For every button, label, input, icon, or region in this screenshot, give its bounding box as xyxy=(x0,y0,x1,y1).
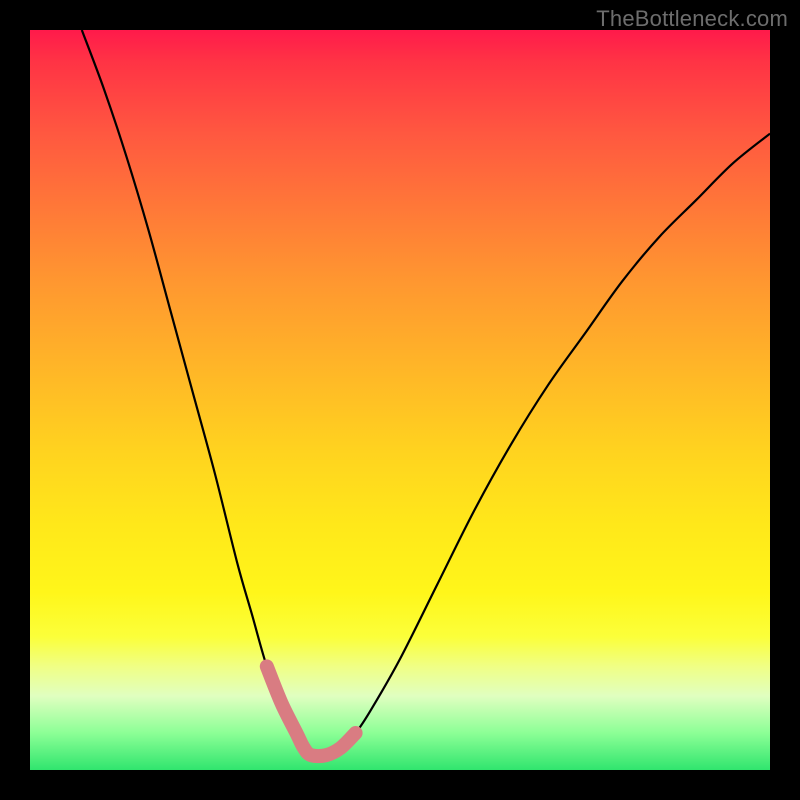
chart-frame: TheBottleneck.com xyxy=(0,0,800,800)
watermark-text: TheBottleneck.com xyxy=(596,6,788,32)
plot-area xyxy=(30,30,770,770)
highlight-band xyxy=(267,666,356,756)
bottleneck-curve xyxy=(82,30,770,756)
curve-svg xyxy=(30,30,770,770)
